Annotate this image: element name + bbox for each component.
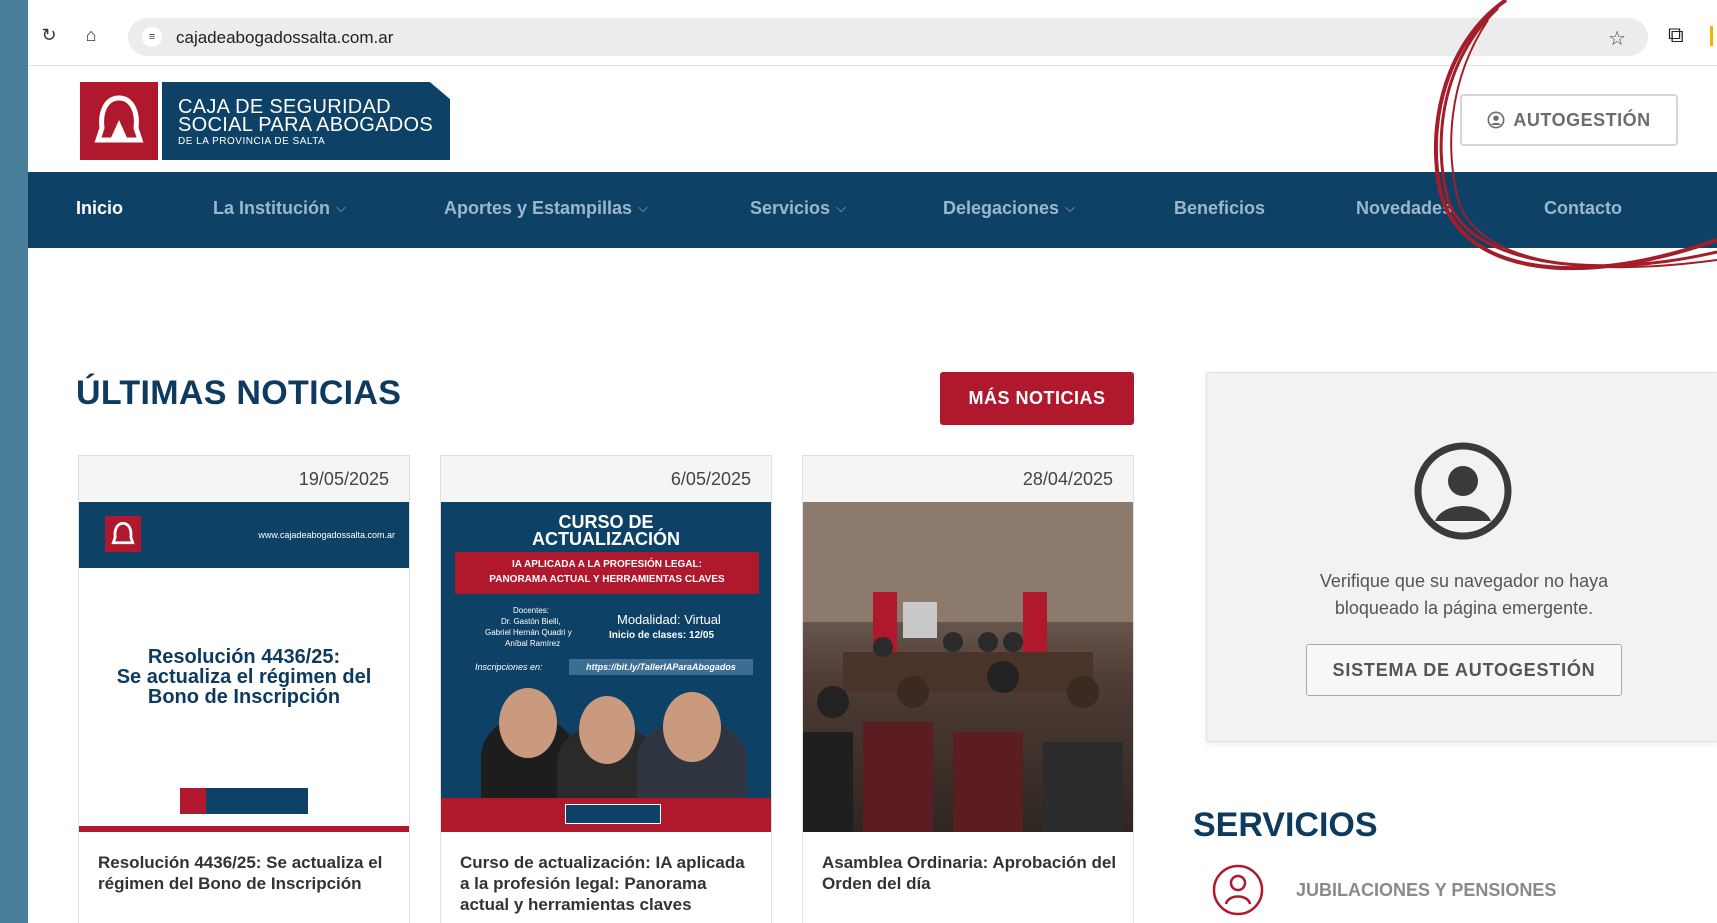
puzzle-icon[interactable]: ⧉ <box>1668 22 1684 48</box>
image-footer-logo <box>565 804 661 824</box>
more-news-button[interactable]: MÁS NOTICIAS <box>940 372 1134 425</box>
chevron-down-icon: ⌵ <box>336 200 346 215</box>
image-inicio: Inicio de clases: 12/05 <box>609 630 715 641</box>
bell-emblem-icon <box>111 521 135 545</box>
sistema-autogestion-button[interactable]: SISTEMA DE AUTOGESTIÓN <box>1306 644 1622 696</box>
speaker-head <box>499 688 557 758</box>
image-docente: Gabriel Hernán Quadri y <box>485 628 572 637</box>
assembly-photo-scene <box>803 502 1133 832</box>
reload-icon[interactable]: ↻ <box>38 24 60 46</box>
news-card-title[interactable]: Resolución 4436/25: Se actualiza el régi… <box>98 852 395 894</box>
image-inscripciones-label: Inscripciones en: <box>475 662 543 672</box>
news-card-date: 6/05/2025 <box>441 456 771 502</box>
image-footer-logo <box>180 788 308 814</box>
logo-mark <box>180 788 206 814</box>
browser-toolbar: ↻ ⌂ ≡ cajadeabogadossalta.com.ar ☆ ⧉ <box>28 0 1717 66</box>
nav-label: Delegaciones <box>943 198 1060 218</box>
nav-item-aportes[interactable]: Aportes y Estampillas ⌵ <box>444 198 648 219</box>
nav-item-beneficios[interactable]: Beneficios <box>1174 198 1265 219</box>
news-section-title: ÚLTIMAS NOTICIAS <box>76 374 402 412</box>
image-docente: Dr. Gastón Bielli, <box>501 617 561 626</box>
news-card-title[interactable]: Curso de actualización: IA aplicada a la… <box>460 852 757 915</box>
image-url-text: www.cajadeabogadossalta.com.ar <box>258 530 395 540</box>
nav-item-la-institucion[interactable]: La Institución ⌵ <box>213 198 346 219</box>
nav-label: Beneficios <box>1174 198 1266 218</box>
image-header-band: www.cajadeabogadossalta.com.ar <box>79 502 409 568</box>
image-docentes-label: Docentes: <box>513 606 550 615</box>
site-info-icon[interactable]: ≡ <box>142 27 162 47</box>
image-bottom-rule <box>79 826 409 832</box>
popup-message: bloqueado la página emergente. <box>1334 598 1594 618</box>
autogestion-button[interactable]: AUTOGESTIÓN <box>1460 94 1678 146</box>
nav-label: Servicios <box>750 198 831 218</box>
nav-label: La Institución <box>213 198 330 218</box>
address-bar[interactable]: ≡ cajadeabogadossalta.com.ar ☆ <box>128 18 1648 56</box>
image-topic-text: IA APLICADA A LA PROFESIÓN LEGAL: <box>512 559 702 570</box>
news-card-date: 28/04/2025 <box>803 456 1133 502</box>
nav-label: Inicio <box>76 198 124 218</box>
news-card[interactable]: 6/05/2025 CURSO DE ACTUALIZACIÓN IA APLI… <box>440 455 772 923</box>
user-circle-icon <box>1414 442 1512 540</box>
profile-indicator <box>1710 26 1713 46</box>
user-circle-icon <box>1487 111 1505 129</box>
home-icon[interactable]: ⌂ <box>80 24 102 46</box>
nav-label: Novedades <box>1356 198 1453 218</box>
main-nav: Inicio La Institución ⌵ Aportes y Estampi… <box>28 172 1717 248</box>
nav-item-delegaciones[interactable]: Delegaciones ⌵ <box>943 198 1075 219</box>
nav-item-novedades[interactable]: Novedades <box>1356 198 1452 219</box>
image-headline-line: Bono de Inscripción <box>147 686 341 708</box>
url-text[interactable]: cajadeabogadossalta.com.ar <box>176 28 393 48</box>
nav-label: Contacto <box>1544 198 1622 218</box>
browser-viewport: ↻ ⌂ ≡ cajadeabogadossalta.com.ar ☆ ⧉ CAJ… <box>28 0 1717 923</box>
star-icon[interactable]: ☆ <box>1608 26 1626 51</box>
nav-item-inicio[interactable]: Inicio <box>76 198 123 219</box>
image-body: Resolución 4436/25: Se actualiza el régi… <box>79 568 409 826</box>
logo-text-line3: DE LA PROVINCIA DE SALTA <box>178 136 326 147</box>
nav-item-contacto[interactable]: Contacto <box>1544 198 1622 219</box>
news-card[interactable]: 28/04/2025 Asamblea Ordinaria: Aprobació… <box>802 455 1134 923</box>
site-header: CAJA DE SEGURIDAD SOCIAL PARA ABOGADOS D… <box>28 66 1717 172</box>
image-topic-text: PANORAMA ACTUAL Y HERRAMIENTAS CLAVES <box>489 574 725 585</box>
retiree-icon[interactable] <box>1212 864 1264 916</box>
logo-mark <box>105 516 141 552</box>
news-card-image[interactable]: www.cajadeabogadossalta.com.ar Resolució… <box>79 502 409 832</box>
image-docente: Aníbal Ramírez <box>505 639 561 648</box>
image-topic-band: IA APLICADA A LA PROFESIÓN LEGAL: PANORA… <box>455 552 759 594</box>
news-card-image[interactable] <box>803 502 1133 832</box>
speaker-head <box>579 696 635 764</box>
news-card-title[interactable]: Asamblea Ordinaria: Aprobación del Orden… <box>822 852 1119 894</box>
image-modalidad: Modalidad: Virtual <box>617 612 721 627</box>
image-heading: ACTUALIZACIÓN <box>532 529 680 549</box>
chevron-down-icon: ⌵ <box>638 200 648 215</box>
autogestion-label: AUTOGESTIÓN <box>1513 109 1651 130</box>
logo-mark <box>80 82 158 160</box>
news-card-image[interactable]: CURSO DE ACTUALIZACIÓN IA APLICADA A LA … <box>441 502 771 832</box>
image-link: https://bit.ly/TallerIAParaAbogados <box>569 659 753 675</box>
service-item-jubilaciones[interactable]: JUBILACIONES Y PENSIONES <box>1296 880 1556 901</box>
chevron-down-icon: ⌵ <box>1065 200 1075 215</box>
speaker-head <box>663 692 721 762</box>
popup-message: Verifique que su navegador no haya <box>1319 571 1609 591</box>
autogestion-popup-notice: Verifique que su navegador no haya bloqu… <box>1206 372 1717 742</box>
assembly-photo <box>803 502 1133 832</box>
site-logo[interactable]: CAJA DE SEGURIDAD SOCIAL PARA ABOGADOS D… <box>80 82 450 160</box>
news-card-date: 19/05/2025 <box>79 456 409 502</box>
news-card[interactable]: 19/05/2025 www.cajadeabogadossalta.com.a… <box>78 455 410 923</box>
chevron-down-icon: ⌵ <box>836 200 846 215</box>
servicios-title: SERVICIOS <box>1193 806 1378 844</box>
logo-text-line2: SOCIAL PARA ABOGADOS <box>178 114 433 136</box>
nav-item-servicios[interactable]: Servicios ⌵ <box>750 198 846 219</box>
nav-label: Aportes y Estampillas <box>444 198 633 218</box>
bell-emblem-icon <box>94 95 144 143</box>
